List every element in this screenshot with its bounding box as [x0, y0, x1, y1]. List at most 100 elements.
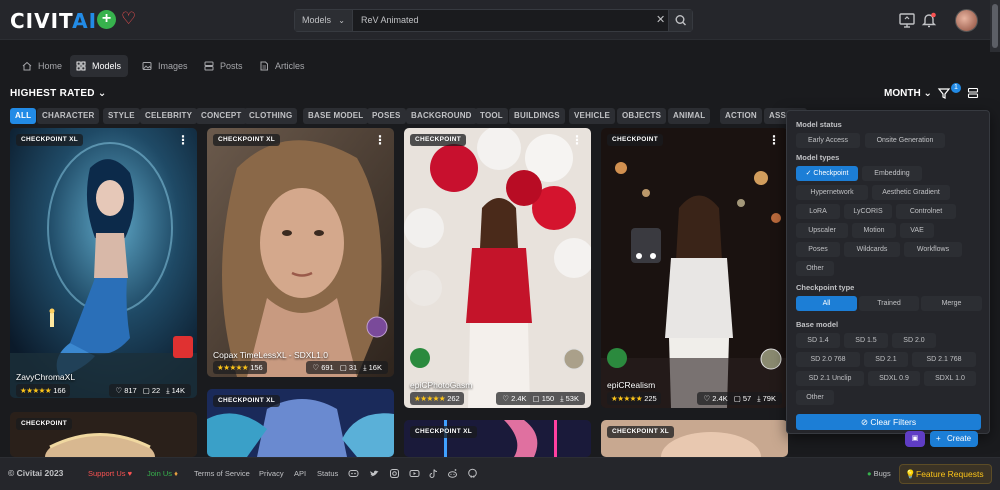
- filter-chip-sd15[interactable]: SD 1.5: [844, 333, 888, 348]
- tag-objects[interactable]: OBJECTS: [617, 108, 667, 124]
- bolt-icon[interactable]: [410, 348, 430, 368]
- model-title[interactable]: epiCPhotoGasm: [410, 380, 472, 390]
- more-menu-icon[interactable]: ⋮: [571, 134, 583, 146]
- model-card[interactable]: CHECKPOINT XL: [601, 420, 788, 457]
- tag-clothing[interactable]: CLOTHING: [244, 108, 298, 124]
- filter-icon[interactable]: [937, 86, 951, 100]
- tag-concept[interactable]: CONCEPT: [196, 108, 247, 124]
- search-input[interactable]: ReV Animated: [361, 10, 419, 31]
- bugs-link[interactable]: ● Bugs: [867, 469, 891, 478]
- nav-models[interactable]: Models: [70, 55, 129, 77]
- filter-chip-lora[interactable]: LoRA: [796, 204, 840, 219]
- clear-filters-button[interactable]: ⊘ Clear Filters: [796, 414, 981, 430]
- tag-animal[interactable]: ANIMAL: [668, 108, 711, 124]
- model-card[interactable]: CHECKPOINT XL ⋮ ZavyChromaXL ★★★★★ 166 ♡…: [10, 128, 197, 398]
- nav-posts[interactable]: Posts: [198, 55, 250, 77]
- filter-chip-sd20-768[interactable]: SD 2.0 768: [796, 352, 860, 367]
- scrollbar-thumb[interactable]: [992, 4, 998, 48]
- model-title[interactable]: Copax TimeLessXL - SDXL1.0: [213, 350, 328, 360]
- create-button[interactable]: + Create: [930, 431, 979, 447]
- civitai-logo[interactable]: CIVITAI: [10, 9, 97, 33]
- tag-base-model[interactable]: BASE MODEL: [303, 108, 369, 124]
- tag-poses[interactable]: POSES: [367, 108, 406, 124]
- clear-search-icon[interactable]: ✕: [656, 10, 665, 31]
- filter-chip-merge[interactable]: Merge: [921, 296, 982, 311]
- search-type-select[interactable]: Models ⌄: [295, 10, 353, 31]
- tag-all[interactable]: ALL: [10, 108, 37, 124]
- bolt-icon[interactable]: [607, 348, 627, 368]
- nav-articles[interactable]: Articles: [253, 55, 312, 77]
- status-link[interactable]: Status: [317, 469, 338, 478]
- filter-chip-sd20[interactable]: SD 2.0: [892, 333, 936, 348]
- filter-chip-lycoris[interactable]: LyCORIS: [844, 204, 892, 219]
- filter-chip-all[interactable]: All: [796, 296, 857, 311]
- model-card[interactable]: CHECKPOINT XL: [207, 389, 394, 457]
- search-button[interactable]: [668, 10, 692, 31]
- tag-background[interactable]: BACKGROUND: [406, 108, 477, 124]
- filter-chip-sd21[interactable]: SD 2.1: [864, 352, 908, 367]
- more-menu-icon[interactable]: ⋮: [768, 134, 780, 146]
- more-menu-icon[interactable]: ⋮: [177, 134, 189, 146]
- instagram-icon[interactable]: [389, 468, 400, 479]
- tiktok-icon[interactable]: [428, 468, 439, 479]
- filter-chip-onsite-generation[interactable]: Onsite Generation: [865, 133, 945, 148]
- filter-chip-sdxl10[interactable]: SDXL 1.0: [924, 371, 976, 386]
- filter-chip-sdxl09[interactable]: SDXL 0.9: [868, 371, 920, 386]
- period-dropdown[interactable]: MONTH ⌄: [884, 88, 932, 99]
- terms-link[interactable]: Terms of Service: [194, 469, 250, 478]
- filter-chip-vae[interactable]: VAE: [900, 223, 934, 238]
- tag-character[interactable]: CHARACTER: [37, 108, 100, 124]
- user-avatar[interactable]: [955, 9, 978, 32]
- filter-chip-sd21-768[interactable]: SD 2.1 768: [912, 352, 976, 367]
- api-link[interactable]: API: [294, 469, 306, 478]
- model-title[interactable]: ZavyChromaXL: [16, 372, 75, 382]
- filter-chip-hypernetwork[interactable]: Hypernetwork: [796, 185, 868, 200]
- upload-monitor-icon[interactable]: [897, 10, 917, 30]
- bell-icon[interactable]: [919, 10, 939, 30]
- page-scrollbar[interactable]: [990, 0, 1000, 52]
- tag-celebrity[interactable]: CELEBRITY: [140, 108, 198, 124]
- filter-chip-poses[interactable]: Poses: [796, 242, 840, 257]
- filter-chip-aesthetic-gradient[interactable]: Aesthetic Gradient: [872, 185, 950, 200]
- model-title[interactable]: epiCRealism: [607, 380, 655, 390]
- model-card[interactable]: CHECKPOINT XL ⋮ Copax TimeLessXL - SDXL1…: [207, 128, 394, 377]
- filter-chip-embedding[interactable]: Embedding: [862, 166, 922, 181]
- filter-chip-workflows[interactable]: Workflows: [904, 242, 962, 257]
- privacy-link[interactable]: Privacy: [259, 469, 284, 478]
- filter-chip-motion[interactable]: Motion: [852, 223, 896, 238]
- filter-chip-wildcards[interactable]: Wildcards: [844, 242, 900, 257]
- nav-images[interactable]: Images: [136, 55, 195, 77]
- tag-tool[interactable]: TOOL: [475, 108, 508, 124]
- filter-chip-sd21-unclip[interactable]: SD 2.1 Unclip: [796, 371, 864, 386]
- heart-icon[interactable]: ♡: [121, 9, 136, 29]
- discord-icon[interactable]: [348, 468, 359, 479]
- feature-requests-button[interactable]: 💡 Feature Requests: [899, 464, 992, 484]
- filter-chip-base-other[interactable]: Other: [796, 390, 834, 405]
- filter-chip-controlnet[interactable]: Controlnet: [896, 204, 956, 219]
- filter-chip-early-access[interactable]: Early Access: [796, 133, 860, 148]
- filter-chip-upscaler[interactable]: Upscaler: [796, 223, 848, 238]
- filter-chip-checkpoint[interactable]: ✓ Checkpoint: [796, 166, 858, 181]
- tag-style[interactable]: STYLE: [103, 108, 140, 124]
- filter-chip-other[interactable]: Other: [796, 261, 834, 276]
- tag-buildings[interactable]: BUILDINGS: [509, 108, 565, 124]
- model-card[interactable]: CHECKPOINT: [10, 412, 197, 457]
- reddit-icon[interactable]: [447, 468, 458, 479]
- support-us-link[interactable]: Support Us ♥: [88, 469, 132, 478]
- youtube-icon[interactable]: [409, 468, 420, 479]
- sort-dropdown[interactable]: HIGHEST RATED ⌄: [10, 88, 107, 99]
- twitter-icon[interactable]: [369, 468, 380, 479]
- layout-toggle-icon[interactable]: [967, 87, 979, 99]
- tag-action[interactable]: ACTION: [720, 108, 762, 124]
- create-plus-button[interactable]: +: [97, 10, 116, 29]
- model-card[interactable]: CHECKPOINT XL: [404, 420, 591, 457]
- model-card[interactable]: CHECKPOINT ⋮ epiCRealism ★★★★★ 225 ♡ 2.4…: [601, 128, 788, 408]
- more-menu-icon[interactable]: ⋮: [374, 134, 386, 146]
- model-card[interactable]: CHECKPOINT ⋮ epiCPhotoGasm ★★★★★ 262 ♡ 2…: [404, 128, 591, 408]
- join-us-link[interactable]: Join Us ♦: [147, 469, 178, 478]
- filter-chip-sd14[interactable]: SD 1.4: [796, 333, 840, 348]
- github-icon[interactable]: [467, 468, 478, 479]
- filter-chip-trained[interactable]: Trained: [859, 296, 919, 311]
- floating-action-button[interactable]: ▣: [905, 431, 925, 447]
- nav-home[interactable]: Home: [16, 55, 69, 77]
